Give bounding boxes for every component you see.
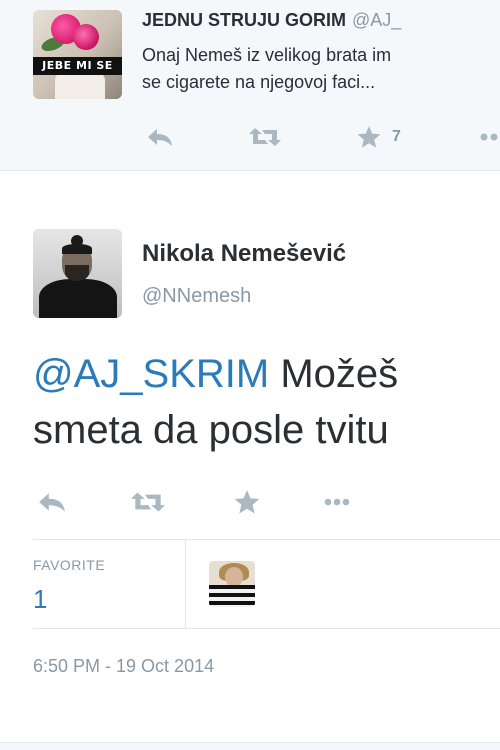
tweet-text-line-2: smeta da posle tvitu <box>33 408 389 452</box>
more-icon[interactable] <box>324 487 350 517</box>
more-icon[interactable] <box>480 122 500 152</box>
tweet-timestamp[interactable]: 6:50 PM - 19 Oct 2014 <box>33 656 214 677</box>
tweet-actions <box>33 487 500 519</box>
favoriter-avatar[interactable] <box>209 561 255 607</box>
favorites-count[interactable]: 1 <box>33 584 47 615</box>
retweet-icon[interactable] <box>130 487 166 517</box>
bottom-divider <box>0 742 500 750</box>
reply-icon[interactable] <box>37 487 67 517</box>
tweet-page: JEBE MI SE JEDNU STRUJU GORIM @AJ_ Onaj N… <box>0 0 500 750</box>
tweet-text-line-1: @AJ_SKRIM Možeš <box>33 346 500 402</box>
prev-tweet-handle[interactable]: @AJ_ <box>352 10 401 30</box>
prev-tweet-author-name[interactable]: JEDNU STRUJU GORIM <box>142 10 346 30</box>
prev-tweet-favorite-count: 7 <box>392 128 401 145</box>
avatar-caption: JEBE MI SE <box>42 59 113 72</box>
tweet-stats: FAVORITE 1 <box>33 539 500 629</box>
author-name[interactable]: Nikola Nemešević <box>142 240 346 268</box>
author-avatar[interactable] <box>33 229 122 318</box>
prev-tweet-text: Onaj Nemeš iz velikog brata im se cigare… <box>142 42 500 96</box>
favorite-icon[interactable]: 7 <box>356 122 401 152</box>
favorite-icon[interactable] <box>233 487 261 517</box>
previous-tweet[interactable]: JEBE MI SE JEDNU STRUJU GORIM @AJ_ Onaj N… <box>0 0 500 171</box>
prev-tweet-author[interactable]: JEDNU STRUJU GORIM @AJ_ <box>142 10 401 31</box>
author-handle[interactable]: @NNemesh <box>142 285 251 308</box>
favorites-stat[interactable]: FAVORITE 1 <box>33 540 186 628</box>
retweet-icon[interactable] <box>248 122 282 152</box>
prev-tweet-avatar[interactable]: JEBE MI SE <box>33 10 122 99</box>
mention-link[interactable]: @AJ_SKRIM <box>33 352 269 396</box>
tweet-text-line-1-rest: Možeš <box>269 352 399 396</box>
reply-icon[interactable] <box>146 122 174 152</box>
favorites-label: FAVORITE <box>33 557 106 573</box>
prev-tweet-actions: 7 <box>142 122 500 152</box>
prev-tweet-text-line-1: Onaj Nemeš iz velikog brata im <box>142 45 392 65</box>
prev-tweet-text-line-2: se cigarete na njegovoj faci... <box>142 72 376 92</box>
tweet-text: @AJ_SKRIM Možeš smeta da posle tvitu <box>33 346 500 458</box>
